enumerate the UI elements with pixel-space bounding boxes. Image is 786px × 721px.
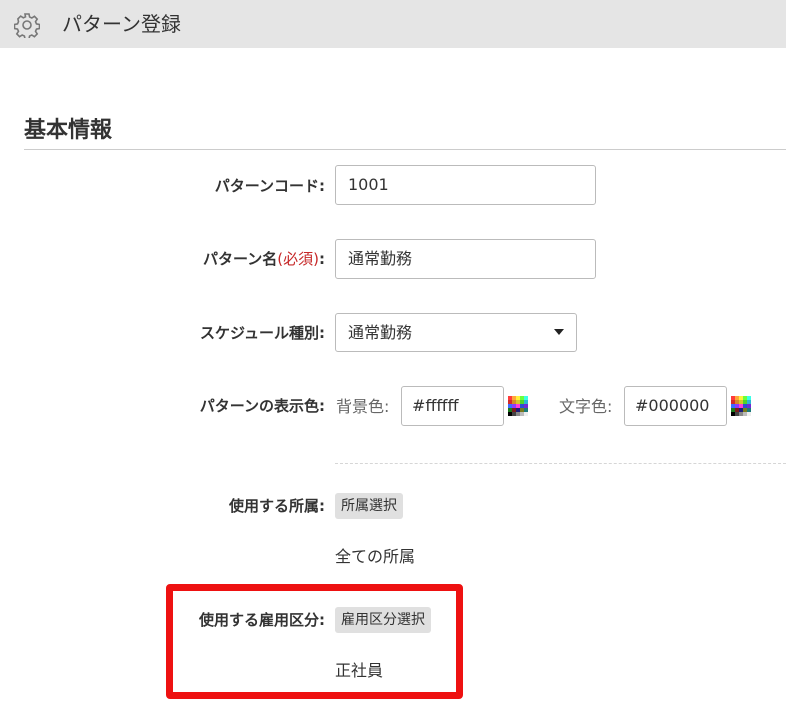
affiliation-label: 使用する所属: xyxy=(229,497,325,515)
pattern-code-input[interactable]: 1001 xyxy=(335,165,596,205)
page-header: パターン登録 xyxy=(0,0,786,48)
text-color-input[interactable]: #000000 xyxy=(624,386,727,426)
bg-color-label: 背景色: xyxy=(336,397,390,416)
divider xyxy=(335,463,786,464)
required-mark: (必須) xyxy=(277,250,319,268)
color-palette-icon[interactable] xyxy=(731,396,751,416)
display-color-label: パターンの表示色: xyxy=(199,397,325,415)
schedule-type-selected: 通常勤務 xyxy=(348,323,413,342)
pattern-name-input[interactable]: 通常勤務 xyxy=(335,239,596,279)
bg-color-input[interactable]: #ffffff xyxy=(401,386,504,426)
affiliation-select-button[interactable]: 所属選択 xyxy=(335,493,403,519)
gear-icon[interactable] xyxy=(14,12,40,38)
schedule-type-select[interactable]: 通常勤務 xyxy=(335,313,577,352)
section-title: 基本情報 xyxy=(24,118,113,143)
text-color-label: 文字色: xyxy=(559,397,613,416)
chevron-down-icon xyxy=(554,329,564,335)
section-divider xyxy=(24,149,786,150)
pattern-name-label: パターン名(必須): xyxy=(203,249,325,269)
pattern-name-label-colon: : xyxy=(319,250,325,268)
schedule-type-label: スケジュール種別: xyxy=(200,324,325,342)
highlight-box xyxy=(166,584,463,699)
pattern-name-label-text: パターン名 xyxy=(203,250,278,268)
pattern-code-label: パターンコード: xyxy=(214,177,325,195)
color-palette-icon[interactable] xyxy=(508,396,528,416)
page-title: パターン登録 xyxy=(62,12,181,36)
affiliation-value: 全ての所属 xyxy=(335,547,416,566)
